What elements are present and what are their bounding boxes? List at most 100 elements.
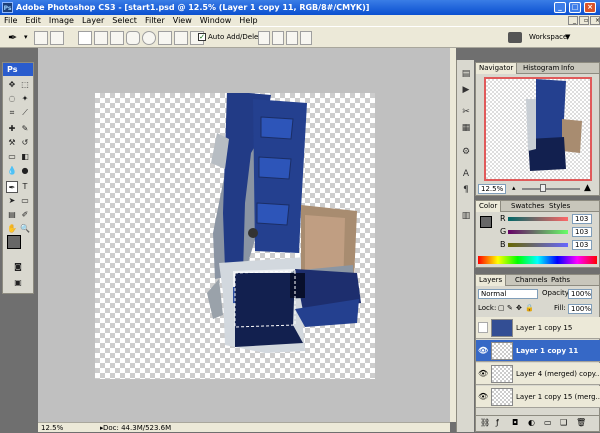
pen-tool-icon[interactable]: ✒ [6, 181, 18, 193]
brushes-panel-icon[interactable]: ▦ [460, 122, 472, 134]
path-subtract-button[interactable] [272, 31, 284, 45]
lock-all-icon[interactable]: 🔒 [525, 304, 534, 312]
actions-panel-icon[interactable]: ▶ [460, 84, 472, 96]
healing-brush-tool-icon[interactable]: ✚ [6, 123, 18, 135]
tool-presets-icon[interactable]: ✂ [460, 106, 472, 118]
tab-channels[interactable]: Channels [512, 275, 550, 286]
layer-mask-icon[interactable]: ◘ [512, 418, 518, 427]
navigator-preview[interactable] [484, 77, 592, 181]
r-value-input[interactable]: 103 [572, 214, 592, 224]
layer-row[interactable]: 👁 Layer 4 (merged) copy... [476, 363, 600, 385]
notes-tool-icon[interactable]: ▤ [6, 209, 18, 221]
menu-view[interactable]: View [169, 16, 196, 25]
clone-stamp-tool-icon[interactable]: ⚒ [6, 137, 18, 149]
clone-source-icon[interactable]: ⚙ [460, 146, 472, 158]
tab-swatches[interactable]: Swatches [508, 201, 547, 212]
screen-mode-icon[interactable]: ▣ [12, 277, 24, 289]
color-spectrum-bar[interactable] [478, 256, 597, 264]
line-button[interactable] [174, 31, 188, 45]
crop-tool-icon[interactable]: ⌗ [6, 107, 18, 119]
lasso-tool-icon[interactable]: ◌ [6, 93, 18, 105]
menu-window[interactable]: Window [196, 16, 236, 25]
zoom-slider-handle[interactable] [540, 184, 546, 192]
rounded-rectangle-button[interactable] [126, 31, 140, 45]
chevron-down-icon[interactable]: ▾ [24, 33, 28, 41]
b-value-input[interactable]: 103 [572, 240, 592, 250]
menu-edit[interactable]: Edit [21, 16, 45, 25]
pen-mode-button[interactable] [78, 31, 92, 45]
foreground-color-swatch[interactable] [480, 216, 492, 228]
zoom-tool-icon[interactable]: 🔍 [19, 223, 31, 235]
menu-file[interactable]: File [0, 16, 21, 25]
new-layer-icon[interactable]: ❑ [560, 418, 567, 427]
menu-image[interactable]: Image [45, 16, 78, 25]
layer-style-icon[interactable]: ƒ [496, 418, 499, 427]
chevron-down-icon[interactable]: ▼ [565, 33, 570, 41]
g-value-input[interactable]: 103 [572, 227, 592, 237]
eye-icon[interactable]: 👁 [478, 368, 488, 379]
marquee-tool-icon[interactable]: ⬚ [19, 79, 31, 91]
maximize-button[interactable]: □ [569, 2, 581, 13]
paths-button[interactable] [50, 31, 64, 45]
tab-histogram[interactable]: Histogram [520, 63, 562, 74]
tab-color[interactable]: Color [476, 201, 502, 212]
auto-add-delete-checkbox[interactable]: ✓ [198, 33, 206, 41]
slice-tool-icon[interactable]: ⟋ [19, 107, 31, 119]
trash-icon[interactable]: 🗑 [576, 418, 586, 427]
path-add-button[interactable] [258, 31, 270, 45]
opacity-input[interactable]: 100% [568, 289, 592, 299]
eye-icon[interactable]: 👁 [478, 345, 488, 356]
move-tool-icon[interactable]: ✥ [6, 79, 18, 91]
zoom-slider[interactable] [522, 188, 580, 190]
gradient-tool-icon[interactable]: ◧ [19, 151, 31, 163]
path-intersect-button[interactable] [286, 31, 298, 45]
lock-transparent-icon[interactable]: ▢ [498, 304, 505, 312]
adjustment-layer-icon[interactable]: ◐ [528, 418, 535, 427]
ellipse-button[interactable] [142, 31, 156, 45]
minimize-button[interactable]: _ [554, 2, 566, 13]
canvas[interactable] [95, 93, 375, 379]
dodge-tool-icon[interactable]: ● [19, 165, 31, 177]
zoom-out-icon[interactable]: ▴ [512, 184, 516, 192]
character-panel-icon[interactable]: A [460, 168, 472, 180]
foreground-color-swatch[interactable] [7, 235, 21, 249]
eyedropper-tool-icon[interactable]: ✐ [19, 209, 31, 221]
history-brush-tool-icon[interactable]: ↺ [19, 137, 31, 149]
menu-layer[interactable]: Layer [78, 16, 108, 25]
doc-restore-button[interactable]: ▫ [579, 16, 589, 25]
menu-select[interactable]: Select [108, 16, 141, 25]
quick-mask-icon[interactable]: ◙ [12, 261, 24, 273]
r-slider[interactable] [508, 217, 568, 221]
tab-layers[interactable]: Layers [476, 275, 507, 286]
b-slider[interactable] [508, 243, 568, 247]
layer-row[interactable]: 👁 Layer 1 copy 15 (merg... [476, 386, 600, 408]
lock-image-icon[interactable]: ✎ [507, 304, 513, 312]
doc-minimize-button[interactable]: _ [568, 16, 578, 25]
link-layers-icon[interactable]: ⛓ [480, 418, 490, 427]
layer-row[interactable]: Layer 1 copy 15 [476, 317, 600, 339]
doc-close-button[interactable]: × [590, 16, 600, 25]
lock-position-icon[interactable]: ✥ [516, 304, 522, 312]
layer-row-selected[interactable]: 👁 Layer 1 copy 11 [476, 340, 600, 362]
menu-filter[interactable]: Filter [141, 16, 169, 25]
type-tool-icon[interactable]: T [19, 181, 31, 193]
blend-mode-select[interactable]: Normal [478, 289, 538, 299]
path-selection-tool-icon[interactable]: ➤ [6, 195, 18, 207]
workspace-icon[interactable] [508, 32, 522, 43]
workspace-menu[interactable]: Workspace [529, 33, 567, 41]
tab-styles[interactable]: Styles [546, 201, 573, 212]
eraser-tool-icon[interactable]: ▭ [6, 151, 18, 163]
tab-info[interactable]: Info [558, 63, 577, 74]
shape-tool-icon[interactable]: ▭ [19, 195, 31, 207]
pen-tool-icon[interactable]: ✒ [8, 31, 17, 44]
eye-icon[interactable]: 👁 [478, 391, 488, 402]
hand-tool-icon[interactable]: ✋ [6, 223, 18, 235]
menu-help[interactable]: Help [235, 16, 261, 25]
freeform-pen-button[interactable] [94, 31, 108, 45]
magic-wand-tool-icon[interactable]: ✦ [19, 93, 31, 105]
tab-paths[interactable]: Paths [548, 275, 573, 286]
zoom-in-icon[interactable]: ▲ [584, 183, 591, 193]
tab-navigator[interactable]: Navigator [476, 63, 518, 74]
fill-input[interactable]: 100% [568, 304, 592, 314]
g-slider[interactable] [508, 230, 568, 234]
